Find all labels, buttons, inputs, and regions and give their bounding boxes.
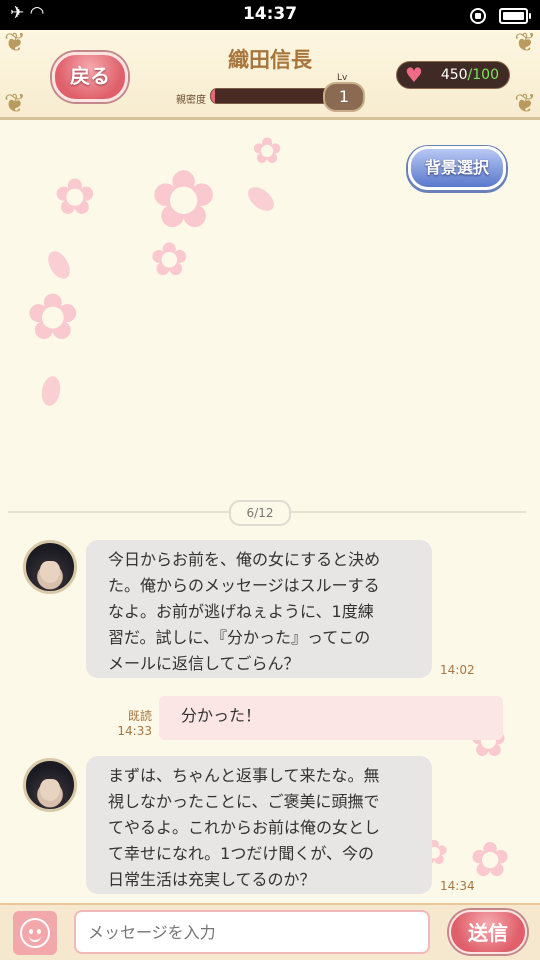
avatar-face: [40, 779, 60, 801]
cherry-blossom-icon: ✿: [150, 232, 189, 286]
ornament-corner-icon: ❦: [514, 28, 536, 58]
background-select-button[interactable]: 背景選択: [408, 146, 506, 190]
message-time: 14:33: [117, 724, 152, 738]
chat-area[interactable]: ✿ ✿ ✿ ✿ ✿ ✿ ✿ ✿ 背景選択 6/12 今日からお前を、俺の女にする…: [0, 120, 540, 903]
cherry-blossom-icon: ✿: [252, 131, 283, 172]
cherry-blossom-icon: ✿: [470, 832, 511, 888]
petal-icon: [43, 247, 75, 283]
avatar[interactable]: [23, 758, 77, 812]
heart-current: 450: [440, 67, 468, 83]
message-time: 14:34: [440, 879, 475, 893]
affinity-bar: [210, 88, 336, 104]
affinity-label: 親密度: [176, 95, 206, 106]
avatar[interactable]: [23, 540, 77, 594]
message-input[interactable]: [74, 910, 430, 954]
emoji-button[interactable]: [13, 911, 57, 955]
message-time: 14:02: [440, 663, 475, 677]
heart-max: /100: [467, 67, 499, 83]
ornament-corner-icon: ❦: [4, 89, 26, 119]
send-button[interactable]: 送信: [449, 910, 527, 954]
smiley-icon: [20, 918, 50, 948]
message-text: まずは、ちゃんと返事して来たな。無 視しなかったことに、ご褒美に頭撫で てやるよ…: [108, 766, 381, 889]
smiley-mouth: [29, 934, 41, 942]
back-button[interactable]: 戻る: [52, 52, 128, 102]
chat-header: ❦ ❦ ❦ ❦ 戻る 織田信長 親密度 Lv 1 ♥ 450/100: [0, 28, 540, 120]
heart-count-text: 450/100: [441, 62, 499, 88]
cherry-blossom-icon: ✿: [150, 153, 218, 246]
level-badge: 1: [323, 82, 365, 112]
battery-icon: [499, 7, 531, 24]
message-bubble: まずは、ちゃんと返事して来たな。無 視しなかったことに、ご褒美に頭撫で てやるよ…: [86, 756, 432, 894]
message-text: 分かった！: [181, 706, 262, 725]
message-text: 今日からお前を、俺の女にすると決め た。俺からのメッセージはスルーする なよ。お…: [108, 550, 381, 673]
input-bar: 送信: [0, 903, 540, 960]
status-icons: [469, 5, 531, 24]
affinity-fill: [211, 89, 215, 103]
read-label: 既読: [127, 709, 152, 723]
message-bubble: 今日からお前を、俺の女にすると決め た。俺からのメッセージはスルーする なよ。お…: [86, 540, 432, 678]
character-name: 織田信長: [228, 48, 312, 72]
heart-counter: ♥ 450/100: [396, 61, 510, 89]
ornament-corner-icon: ❦: [514, 89, 536, 119]
cherry-blossom-icon: ✿: [26, 281, 80, 355]
cherry-blossom-icon: ✿: [54, 168, 96, 226]
read-receipt: 既読 14:33: [108, 709, 152, 739]
ornament-corner-icon: ❦: [4, 28, 26, 58]
status-time: 14:37: [242, 4, 298, 24]
petal-icon: [39, 374, 63, 408]
rotation-lock-icon: [469, 7, 486, 24]
status-bar: ✈ ◠ 14:37: [0, 0, 540, 30]
page-indicator: 6/12: [229, 500, 291, 526]
heart-icon: ♥: [405, 63, 423, 87]
petal-icon: [243, 182, 279, 216]
avatar-face: [40, 561, 60, 583]
my-message-bubble: 分かった！: [159, 696, 503, 740]
